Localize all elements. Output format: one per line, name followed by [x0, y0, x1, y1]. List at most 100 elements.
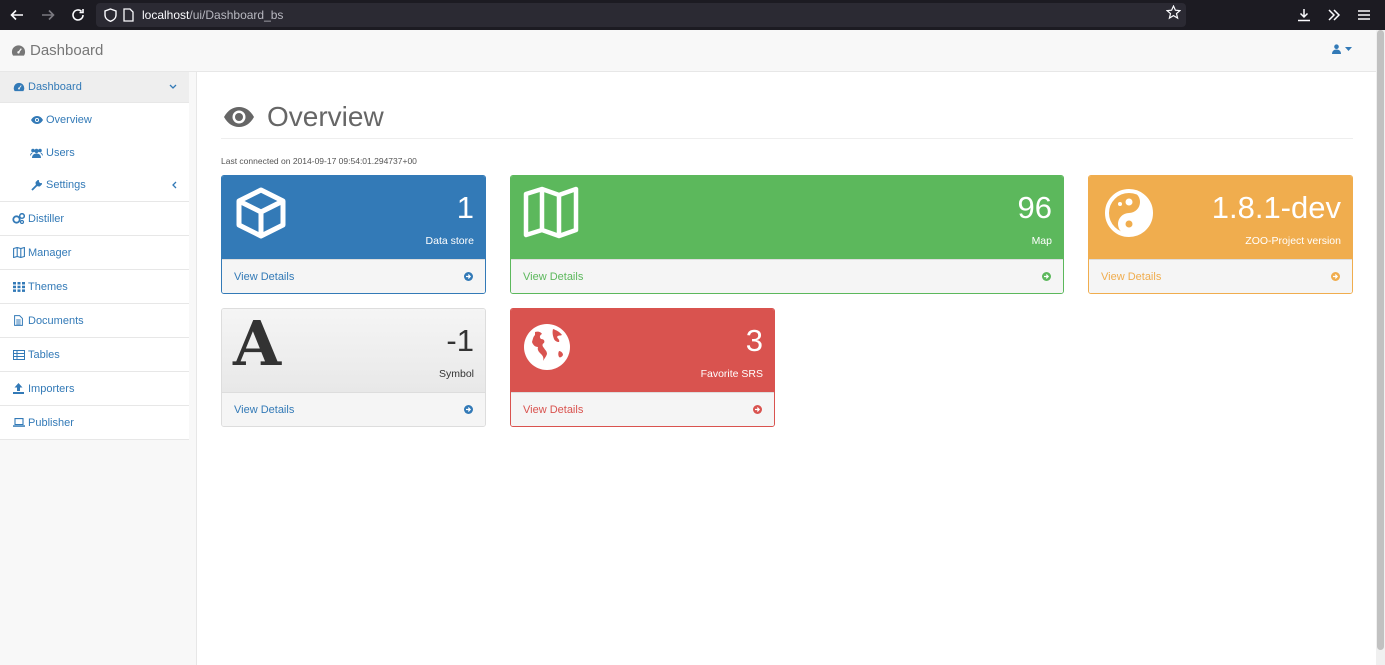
sidebar-item-importers[interactable]: Importers — [0, 372, 189, 406]
arrow-left-icon — [10, 9, 23, 21]
eye-icon — [30, 115, 43, 124]
sidebar-item-tables[interactable]: Tables — [0, 338, 189, 372]
panel-value: -1 — [446, 323, 474, 358]
navbar-brand[interactable]: Dashboard — [11, 42, 103, 59]
forward-button[interactable] — [35, 0, 61, 30]
download-icon — [1298, 9, 1310, 22]
browser-toolbar: localhost/ui/Dashboard_bs — [0, 0, 1385, 30]
chevron-double-right-icon — [1328, 9, 1341, 21]
panel-label: Favorite SRS — [700, 368, 763, 380]
cogs-icon — [12, 213, 25, 224]
view-details-link[interactable]: View Details — [222, 392, 485, 426]
page-icon — [123, 8, 134, 22]
panel-label: Symbol — [438, 368, 474, 380]
brand-text: Dashboard — [30, 42, 104, 59]
downloads-button[interactable] — [1292, 0, 1316, 30]
arrow-circle-right-icon — [464, 405, 473, 414]
panel-symbol: A -1 Symbol View Details — [221, 308, 486, 427]
panel-value: 1.8.1-dev — [1211, 190, 1341, 225]
panel-value: 96 — [1017, 190, 1052, 225]
map-icon — [523, 186, 579, 239]
last-connected-text: Last connected on 2014-09-17 09:54:01.29… — [221, 156, 417, 166]
yin-yang-icon — [1105, 189, 1153, 237]
sidebar-item-label: Publisher — [28, 416, 74, 429]
sidebar-menu: Dashboard Overview Users Settings Distil… — [0, 72, 189, 440]
arrow-circle-right-icon — [1331, 272, 1340, 281]
sidebar-item-label: Themes — [28, 280, 68, 293]
sidebar-item-label: Manager — [28, 246, 72, 259]
caret-down-icon — [1345, 46, 1352, 51]
url-text[interactable]: localhost/ui/Dashboard_bs — [142, 8, 283, 22]
panel-label: ZOO-Project version — [1245, 235, 1341, 247]
menu-button[interactable] — [1352, 0, 1376, 30]
panel-heading: 1.8.1-dev ZOO-Project version — [1089, 176, 1352, 259]
sidebar-item-label: Distiller — [28, 212, 65, 225]
page-title: Overview — [267, 101, 384, 132]
panel-heading: A -1 Symbol — [222, 309, 485, 392]
sidebar-item-label: Overview — [46, 113, 92, 126]
reload-button[interactable] — [65, 0, 91, 30]
sidebar-item-users[interactable]: Users — [0, 136, 189, 169]
sidebar-item-publisher[interactable]: Publisher — [0, 406, 189, 440]
arrow-circle-right-icon — [1042, 272, 1051, 281]
arrow-right-icon — [42, 9, 55, 21]
panel-favorite-srs: 3 Favorite SRS View Details — [510, 308, 775, 427]
sidebar-item-label: Dashboard — [28, 81, 82, 93]
view-details-text: View Details — [523, 270, 584, 283]
sidebar-item-label: Importers — [28, 382, 75, 395]
bookmark-star-icon[interactable] — [1165, 4, 1182, 23]
user-dropdown[interactable] — [1332, 44, 1352, 54]
file-icon — [12, 315, 25, 326]
user-icon — [1332, 44, 1341, 54]
url-host: localhost — [142, 8, 190, 22]
arrow-circle-right-icon — [464, 272, 473, 281]
scrollbar-thumb[interactable] — [1377, 30, 1384, 650]
view-details-text: View Details — [523, 403, 584, 416]
panel-label: Map — [1031, 235, 1052, 247]
sidebar-item-documents[interactable]: Documents — [0, 304, 189, 338]
reload-icon — [72, 9, 84, 21]
back-button[interactable] — [4, 0, 30, 30]
view-details-link[interactable]: View Details — [222, 259, 485, 293]
sidebar-item-label: Documents — [28, 314, 84, 327]
sidebar-item-themes[interactable]: Themes — [0, 270, 189, 304]
view-details-link[interactable]: View Details — [1089, 259, 1352, 293]
page-scrollbar[interactable] — [1376, 30, 1385, 665]
grid-icon — [12, 281, 25, 292]
panel-zoo-version: 1.8.1-dev ZOO-Project version View Detai… — [1088, 175, 1353, 294]
top-navbar: Dashboard — [0, 30, 1385, 72]
users-icon — [30, 148, 43, 158]
sidebar-item-manager[interactable]: Manager — [0, 236, 189, 270]
url-path: /ui/Dashboard_bs — [189, 8, 284, 22]
panel-heading: 1 Data store — [222, 176, 485, 259]
panel-data-store: 1 Data store View Details — [221, 175, 486, 294]
laptop-icon — [12, 418, 25, 427]
view-details-text: View Details — [1101, 270, 1162, 283]
font-icon: A — [233, 308, 282, 380]
hamburger-icon — [1358, 10, 1370, 20]
chevron-left-icon — [172, 181, 177, 189]
sidebar-item-dashboard[interactable]: Dashboard — [0, 72, 189, 103]
sidebar-item-distiller[interactable]: Distiller — [0, 202, 189, 236]
view-details-text: View Details — [234, 270, 295, 283]
view-details-link[interactable]: View Details — [511, 392, 774, 426]
view-details-link[interactable]: View Details — [511, 259, 1063, 293]
sidebar-item-label: Tables — [28, 348, 60, 361]
eye-icon — [224, 107, 254, 127]
wrench-icon — [30, 179, 43, 191]
panel-map: 96 Map View Details — [510, 175, 1064, 294]
panel-value: 3 — [745, 323, 763, 358]
sidebar-item-overview[interactable]: Overview — [0, 103, 189, 136]
upload-icon — [12, 383, 25, 394]
page-header: Overview — [221, 100, 1353, 139]
sidebar: Dashboard Overview Users Settings Distil… — [0, 72, 197, 665]
cube-icon — [236, 187, 286, 239]
table-icon — [12, 349, 25, 360]
chevron-down-icon — [169, 84, 177, 89]
dashboard-icon — [11, 45, 26, 56]
overflow-button[interactable] — [1322, 0, 1346, 30]
globe-icon — [524, 324, 570, 370]
url-bar[interactable]: localhost/ui/Dashboard_bs — [96, 3, 1186, 27]
sidebar-item-label: Settings — [46, 179, 86, 191]
sidebar-item-settings[interactable]: Settings — [0, 169, 189, 202]
